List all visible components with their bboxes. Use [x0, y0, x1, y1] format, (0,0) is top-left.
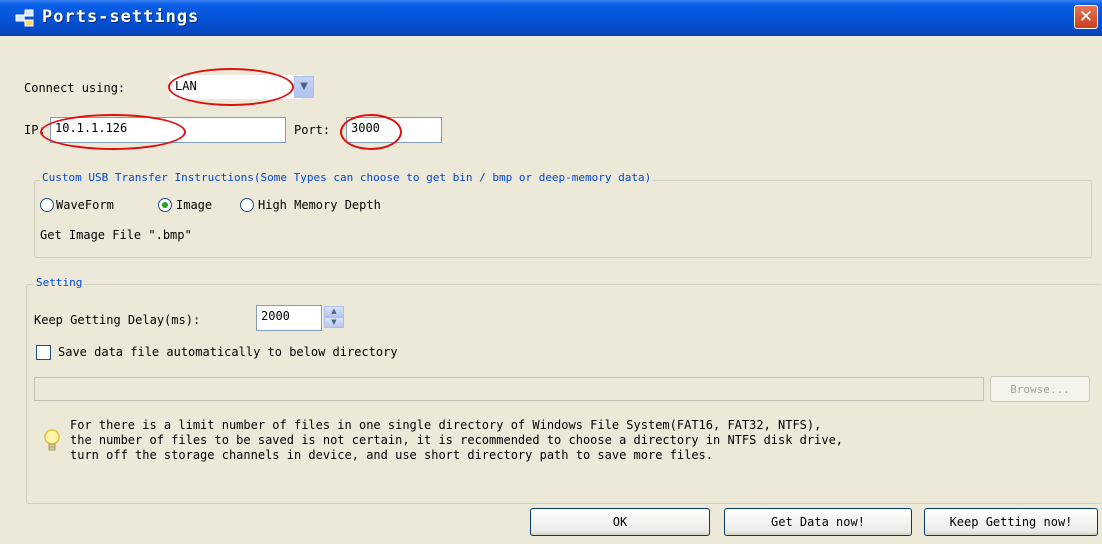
info-line: the number of files to be saved is not c… — [70, 433, 844, 447]
usb-transfer-legend: Custom USB Transfer Instructions(Some Ty… — [40, 171, 654, 184]
radio-waveform[interactable] — [40, 198, 54, 212]
delay-input[interactable]: 2000 — [256, 305, 322, 331]
usb-transfer-group — [34, 180, 1092, 258]
radio-high-memory-depth-label[interactable]: High Memory Depth — [258, 198, 381, 212]
radio-waveform-label[interactable]: WaveForm — [56, 198, 114, 212]
keep-getting-now-label: Keep Getting now! — [949, 515, 1073, 529]
get-data-now-label: Get Data now! — [771, 515, 865, 529]
connect-annotation-circle — [168, 68, 294, 106]
port-label: Port: — [294, 123, 331, 137]
lightbulb-icon — [42, 428, 62, 458]
delay-spinner[interactable]: ▲ ▼ — [324, 306, 344, 328]
title-bar: Ports-settings ✕ — [0, 0, 1102, 36]
ok-button-label: OK — [612, 515, 628, 529]
keep-getting-now-button[interactable]: Keep Getting now! — [924, 508, 1098, 536]
get-file-label: Get Image File ".bmp" — [40, 228, 192, 242]
keep-getting-delay-label: Keep Getting Delay(ms): — [34, 313, 201, 327]
browse-button[interactable]: Browse... — [990, 376, 1090, 402]
connect-dropdown-arrow[interactable]: ▼ — [294, 76, 314, 98]
network-ports-icon — [14, 6, 36, 32]
radio-image-label[interactable]: Image — [176, 198, 212, 212]
connect-using-label: Connect using: — [24, 81, 126, 95]
radio-image[interactable] — [158, 198, 172, 212]
browse-button-label: Browse... — [1010, 383, 1070, 396]
ports-settings-dialog: Ports-settings ✕ Connect using: LAN ▼ IP… — [0, 0, 1102, 544]
ip-annotation-circle — [40, 114, 186, 150]
port-annotation-circle — [340, 114, 402, 150]
directory-path-input[interactable] — [34, 377, 984, 401]
radio-high-memory-depth[interactable] — [240, 198, 254, 212]
get-data-now-button[interactable]: Get Data now! — [724, 508, 912, 536]
info-line: turn off the storage channels in device,… — [70, 448, 713, 462]
close-button[interactable]: ✕ — [1074, 5, 1098, 29]
ok-button[interactable]: OK — [530, 508, 710, 536]
close-icon: ✕ — [1078, 7, 1094, 27]
spinner-up-icon[interactable]: ▲ — [324, 306, 344, 317]
delay-value: 2000 — [261, 309, 290, 323]
save-automatically-label[interactable]: Save data file automatically to below di… — [58, 345, 398, 359]
info-text: For there is a limit number of files in … — [70, 418, 1080, 463]
spinner-down-icon[interactable]: ▼ — [324, 317, 344, 328]
setting-legend: Setting — [34, 276, 85, 289]
save-automatically-checkbox[interactable] — [36, 345, 51, 360]
window-title: Ports-settings — [42, 7, 200, 27]
info-line: For there is a limit number of files in … — [70, 418, 822, 432]
